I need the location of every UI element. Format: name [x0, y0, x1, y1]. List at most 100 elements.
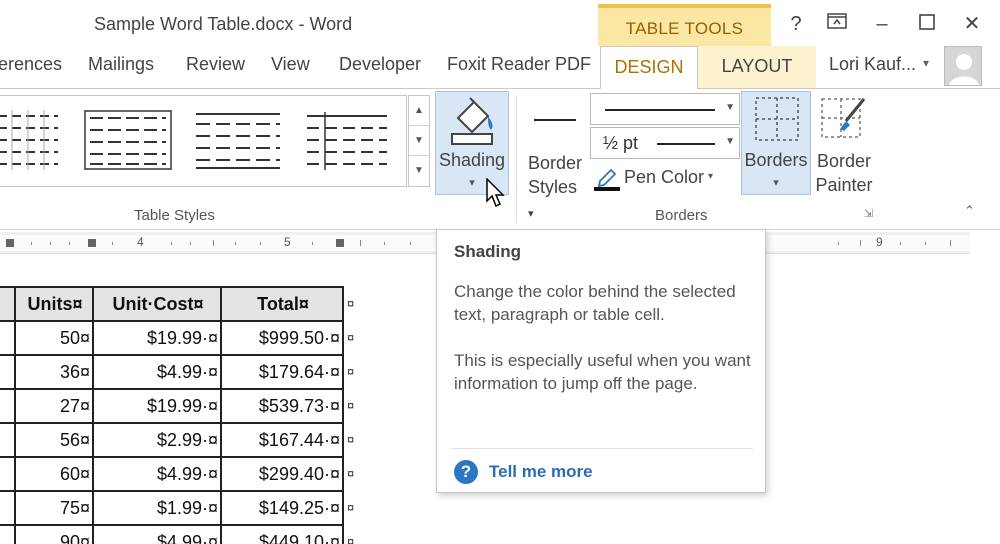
gallery-scroll: ▲ ▼ ▼ — [408, 95, 430, 187]
group-separator — [516, 95, 517, 223]
table-tools-label: TABLE TOOLS — [625, 19, 744, 38]
table-cell[interactable] — [0, 490, 16, 526]
line-weight-dropdown[interactable]: ½ pt ▼ — [590, 127, 740, 159]
table-cell[interactable] — [0, 320, 16, 356]
user-name[interactable]: Lori Kauf... — [829, 54, 916, 75]
chevron-down-icon[interactable]: ▼ — [725, 136, 735, 147]
chevron-down-icon[interactable]: ▼ — [725, 102, 735, 113]
table-cell[interactable]: 75¤ — [14, 490, 94, 526]
table-style-thumb[interactable] — [84, 110, 172, 170]
table-cell[interactable]: $4.99·¤ — [92, 456, 222, 492]
border-styles-button[interactable]: Border Styles ▾ — [522, 91, 586, 220]
table-style-thumb[interactable] — [0, 110, 60, 170]
maximize-icon[interactable] — [913, 10, 941, 38]
table-cell[interactable]: $19.99·¤ — [92, 388, 222, 424]
pen-color-button[interactable]: Pen Color ▾ — [592, 165, 732, 193]
line-weight-sample — [657, 143, 715, 145]
table-header-row: Units¤ Unit·Cost¤ Total¤ — [0, 286, 344, 322]
borders-label: Borders — [744, 150, 808, 170]
table-cell[interactable]: $149.25·¤ — [220, 490, 344, 526]
table-cell[interactable]: $179.64·¤ — [220, 354, 344, 390]
table-styles-gallery[interactable] — [0, 95, 407, 187]
table-cell[interactable] — [0, 388, 16, 424]
table-cell[interactable] — [0, 456, 16, 492]
title-bar: Sample Word Table.docx - Word TABLE TOOL… — [0, 0, 1000, 48]
table-style-thumb[interactable] — [305, 110, 389, 170]
table-cell[interactable]: $167.44·¤ — [220, 422, 344, 458]
tooltip-body: Change the color behind the selected tex… — [454, 280, 754, 418]
table-cell[interactable]: $299.40·¤ — [220, 456, 344, 492]
table-cell[interactable]: $999.50·¤ — [220, 320, 344, 356]
row-end-mark: ¤ — [347, 398, 355, 413]
table-cell[interactable]: 36¤ — [14, 354, 94, 390]
table-cell[interactable]: $4.99·¤ — [92, 524, 222, 544]
line-style-sample — [605, 109, 715, 111]
table-cell[interactable]: 27¤ — [14, 388, 94, 424]
tooltip-usage-note: This is especially useful when you want … — [454, 351, 751, 393]
close-button[interactable]: ✕ — [958, 10, 986, 38]
line-style-dropdown[interactable]: ▼ — [590, 93, 740, 125]
ruler-mark: 9 — [876, 235, 883, 249]
table-cell[interactable]: 60¤ — [14, 456, 94, 492]
user-menu-caret-icon[interactable]: ▾ — [923, 56, 929, 70]
row-end-mark: ¤ — [347, 296, 355, 311]
tooltip-title: Shading — [454, 242, 522, 261]
table-style-thumb[interactable] — [194, 110, 282, 170]
gallery-scroll-up-icon[interactable]: ▲ — [409, 96, 429, 126]
mouse-pointer-icon — [486, 178, 505, 208]
tab-design[interactable]: DESIGN — [600, 46, 698, 89]
shading-label: Shading — [438, 150, 506, 170]
table-cell[interactable]: 90¤ — [14, 524, 94, 544]
window-title: Sample Word Table.docx - Word — [94, 14, 353, 34]
table-cell[interactable]: $539.73·¤ — [220, 388, 344, 424]
ruler-mark: 5 — [284, 235, 291, 249]
tab-references[interactable]: erences — [0, 54, 62, 75]
tab-mailings[interactable]: Mailings — [88, 54, 154, 75]
row-end-mark: ¤ — [347, 500, 355, 515]
tab-view[interactable]: View — [271, 54, 310, 75]
gallery-more-icon[interactable]: ▼ — [409, 156, 429, 186]
table-cell[interactable] — [0, 422, 16, 458]
pen-color-caret-icon[interactable]: ▾ — [708, 171, 713, 182]
borders-dropdown-caret-icon[interactable]: ▾ — [742, 176, 810, 189]
table-header-cell[interactable]: Units¤ — [14, 286, 94, 322]
table-row: 56¤ $2.99·¤ $167.44·¤ — [0, 422, 344, 458]
table-cell[interactable]: $19.99·¤ — [92, 320, 222, 356]
tab-review[interactable]: Review — [186, 54, 245, 75]
table-styles-group-label: Table Styles — [134, 207, 215, 224]
help-button[interactable]: ? — [782, 10, 810, 38]
borders-button[interactable]: Borders ▾ — [741, 91, 811, 195]
border-style-sample — [534, 119, 576, 121]
table-row: 36¤ $4.99·¤ $179.64·¤ — [0, 354, 344, 390]
collapse-ribbon-icon[interactable]: ⌃ — [964, 203, 975, 219]
gallery-scroll-down-icon[interactable]: ▼ — [409, 126, 429, 156]
table-cell[interactable] — [0, 524, 16, 544]
borders-dialog-launcher-icon[interactable]: ⇲ — [864, 207, 873, 220]
table-cell[interactable]: $1.99·¤ — [92, 490, 222, 526]
tell-me-more-link[interactable]: Tell me more — [489, 462, 593, 482]
table-header-cell[interactable] — [0, 286, 16, 322]
tab-foxit-reader-pdf[interactable]: Foxit Reader PDF — [447, 54, 591, 75]
document-table[interactable]: Units¤ Unit·Cost¤ Total¤ 50¤ $19.99·¤ $999… — [0, 286, 344, 544]
border-painter-button[interactable]: Border Painter — [812, 91, 876, 195]
table-cell[interactable]: $2.99·¤ — [92, 422, 222, 458]
table-header-cell[interactable]: Total¤ — [220, 286, 344, 322]
tab-developer[interactable]: Developer — [339, 54, 421, 75]
tab-layout[interactable]: LAYOUT — [698, 46, 816, 88]
row-end-mark: ¤ — [347, 330, 355, 345]
ruler-mark: 4 — [137, 235, 144, 249]
minimize-button[interactable]: – — [868, 10, 896, 38]
avatar[interactable] — [944, 46, 982, 86]
table-header-cell[interactable]: Unit·Cost¤ — [92, 286, 222, 322]
table-row: 50¤ $19.99·¤ $999.50·¤ — [0, 320, 344, 356]
table-cell[interactable] — [0, 354, 16, 390]
ribbon-display-options-icon[interactable] — [823, 10, 851, 38]
help-question-icon[interactable]: ? — [454, 460, 478, 484]
border-painter-icon — [821, 98, 866, 138]
table-row: 90¤ $4.99·¤ $449.10·¤ — [0, 524, 344, 544]
table-cell[interactable]: 56¤ — [14, 422, 94, 458]
table-cell[interactable]: 50¤ — [14, 320, 94, 356]
row-end-mark: ¤ — [347, 534, 355, 544]
table-cell[interactable]: $449.10·¤ — [220, 524, 344, 544]
table-cell[interactable]: $4.99·¤ — [92, 354, 222, 390]
